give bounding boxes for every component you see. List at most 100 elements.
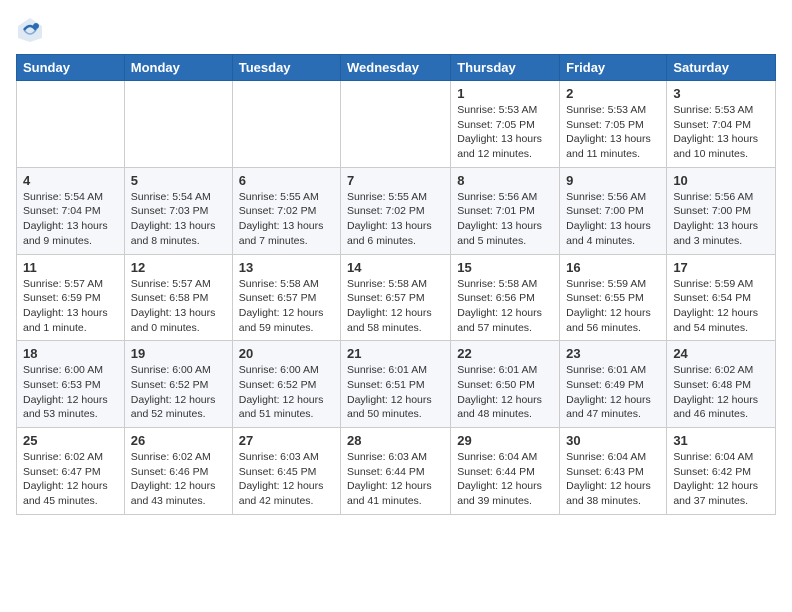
day-number: 25 — [23, 433, 118, 448]
calendar-cell: 20 Sunrise: 6:00 AM Sunset: 6:52 PM Dayli… — [232, 341, 340, 428]
weekday-header-tuesday: Tuesday — [232, 55, 340, 81]
calendar-cell: 24Sunrise: 6:02 AM Sunset: 6:48 PM Dayli… — [667, 341, 776, 428]
calendar-cell: 7 Sunrise: 5:55 AM Sunset: 7:02 PM Daylig… — [341, 167, 451, 254]
day-info: Sunrise: 5:58 AM Sunset: 6:56 PM Dayligh… — [457, 277, 553, 336]
day-number: 22 — [457, 346, 553, 361]
day-number: 29 — [457, 433, 553, 448]
calendar-cell — [232, 81, 340, 168]
day-info: Sunrise: 6:00 AM Sunset: 6:52 PM Dayligh… — [131, 363, 226, 422]
day-info: Sunrise: 6:04 AM Sunset: 6:43 PM Dayligh… — [566, 450, 660, 509]
day-number: 12 — [131, 260, 226, 275]
day-info: Sunrise: 5:58 AM Sunset: 6:57 PM Dayligh… — [347, 277, 444, 336]
weekday-header-friday: Friday — [560, 55, 667, 81]
calendar-body: 1 Sunrise: 5:53 AM Sunset: 7:05 PM Daylig… — [17, 81, 776, 515]
calendar-cell: 19 Sunrise: 6:00 AM Sunset: 6:52 PM Dayli… — [124, 341, 232, 428]
day-number: 1 — [457, 86, 553, 101]
calendar-cell: 18 Sunrise: 6:00 AM Sunset: 6:53 PM Dayli… — [17, 341, 125, 428]
logo — [16, 16, 48, 44]
day-number: 3 — [673, 86, 769, 101]
day-number: 13 — [239, 260, 334, 275]
calendar-cell: 13Sunrise: 5:58 AM Sunset: 6:57 PM Dayli… — [232, 254, 340, 341]
day-info: Sunrise: 5:59 AM Sunset: 6:55 PM Dayligh… — [566, 277, 660, 336]
day-info: Sunrise: 6:02 AM Sunset: 6:48 PM Dayligh… — [673, 363, 769, 422]
day-number: 23 — [566, 346, 660, 361]
day-info: Sunrise: 6:00 AM Sunset: 6:52 PM Dayligh… — [239, 363, 334, 422]
day-number: 6 — [239, 173, 334, 188]
calendar-cell: 31Sunrise: 6:04 AM Sunset: 6:42 PM Dayli… — [667, 428, 776, 515]
day-info: Sunrise: 6:00 AM Sunset: 6:53 PM Dayligh… — [23, 363, 118, 422]
day-number: 19 — [131, 346, 226, 361]
weekday-header-monday: Monday — [124, 55, 232, 81]
day-number: 11 — [23, 260, 118, 275]
day-info: Sunrise: 5:53 AM Sunset: 7:04 PM Dayligh… — [673, 103, 769, 162]
calendar-cell: 2 Sunrise: 5:53 AM Sunset: 7:05 PM Daylig… — [560, 81, 667, 168]
calendar-cell: 28Sunrise: 6:03 AM Sunset: 6:44 PM Dayli… — [341, 428, 451, 515]
day-info: Sunrise: 5:59 AM Sunset: 6:54 PM Dayligh… — [673, 277, 769, 336]
calendar-table: SundayMondayTuesdayWednesdayThursdayFrid… — [16, 54, 776, 515]
day-number: 20 — [239, 346, 334, 361]
day-info: Sunrise: 5:55 AM Sunset: 7:02 PM Dayligh… — [347, 190, 444, 249]
day-number: 18 — [23, 346, 118, 361]
calendar-cell: 4 Sunrise: 5:54 AM Sunset: 7:04 PM Daylig… — [17, 167, 125, 254]
day-info: Sunrise: 6:01 AM Sunset: 6:51 PM Dayligh… — [347, 363, 444, 422]
day-info: Sunrise: 5:54 AM Sunset: 7:04 PM Dayligh… — [23, 190, 118, 249]
day-info: Sunrise: 5:55 AM Sunset: 7:02 PM Dayligh… — [239, 190, 334, 249]
logo-icon — [16, 16, 44, 44]
day-number: 10 — [673, 173, 769, 188]
day-info: Sunrise: 5:57 AM Sunset: 6:58 PM Dayligh… — [131, 277, 226, 336]
week-row-3: 11 Sunrise: 5:57 AM Sunset: 6:59 PM Dayli… — [17, 254, 776, 341]
calendar-cell: 27Sunrise: 6:03 AM Sunset: 6:45 PM Dayli… — [232, 428, 340, 515]
day-number: 26 — [131, 433, 226, 448]
calendar-cell: 5Sunrise: 5:54 AM Sunset: 7:03 PM Daylig… — [124, 167, 232, 254]
calendar-cell — [124, 81, 232, 168]
calendar-cell: 3 Sunrise: 5:53 AM Sunset: 7:04 PM Daylig… — [667, 81, 776, 168]
day-number: 16 — [566, 260, 660, 275]
day-info: Sunrise: 6:04 AM Sunset: 6:44 PM Dayligh… — [457, 450, 553, 509]
day-info: Sunrise: 6:01 AM Sunset: 6:49 PM Dayligh… — [566, 363, 660, 422]
calendar-cell: 16 Sunrise: 5:59 AM Sunset: 6:55 PM Dayli… — [560, 254, 667, 341]
calendar-cell: 8Sunrise: 5:56 AM Sunset: 7:01 PM Daylig… — [451, 167, 560, 254]
day-info: Sunrise: 5:57 AM Sunset: 6:59 PM Dayligh… — [23, 277, 118, 336]
calendar-cell: 30 Sunrise: 6:04 AM Sunset: 6:43 PM Dayli… — [560, 428, 667, 515]
calendar-cell: 15 Sunrise: 5:58 AM Sunset: 6:56 PM Dayli… — [451, 254, 560, 341]
day-number: 15 — [457, 260, 553, 275]
calendar-cell: 11 Sunrise: 5:57 AM Sunset: 6:59 PM Dayli… — [17, 254, 125, 341]
weekday-header-thursday: Thursday — [451, 55, 560, 81]
day-number: 17 — [673, 260, 769, 275]
day-info: Sunrise: 5:54 AM Sunset: 7:03 PM Dayligh… — [131, 190, 226, 249]
day-number: 31 — [673, 433, 769, 448]
day-number: 4 — [23, 173, 118, 188]
week-row-2: 4 Sunrise: 5:54 AM Sunset: 7:04 PM Daylig… — [17, 167, 776, 254]
calendar-cell: 10 Sunrise: 5:56 AM Sunset: 7:00 PM Dayli… — [667, 167, 776, 254]
page-header — [16, 16, 776, 44]
day-number: 27 — [239, 433, 334, 448]
calendar-cell: 25 Sunrise: 6:02 AM Sunset: 6:47 PM Dayli… — [17, 428, 125, 515]
weekday-header-row: SundayMondayTuesdayWednesdayThursdayFrid… — [17, 55, 776, 81]
weekday-header-wednesday: Wednesday — [341, 55, 451, 81]
calendar-cell: 14Sunrise: 5:58 AM Sunset: 6:57 PM Dayli… — [341, 254, 451, 341]
calendar-cell — [341, 81, 451, 168]
day-number: 30 — [566, 433, 660, 448]
day-number: 9 — [566, 173, 660, 188]
calendar-cell: 1 Sunrise: 5:53 AM Sunset: 7:05 PM Daylig… — [451, 81, 560, 168]
week-row-1: 1 Sunrise: 5:53 AM Sunset: 7:05 PM Daylig… — [17, 81, 776, 168]
day-number: 7 — [347, 173, 444, 188]
calendar-cell — [17, 81, 125, 168]
day-info: Sunrise: 6:01 AM Sunset: 6:50 PM Dayligh… — [457, 363, 553, 422]
weekday-header-saturday: Saturday — [667, 55, 776, 81]
day-info: Sunrise: 5:56 AM Sunset: 7:01 PM Dayligh… — [457, 190, 553, 249]
calendar-cell: 6 Sunrise: 5:55 AM Sunset: 7:02 PM Daylig… — [232, 167, 340, 254]
day-info: Sunrise: 5:56 AM Sunset: 7:00 PM Dayligh… — [673, 190, 769, 249]
week-row-4: 18 Sunrise: 6:00 AM Sunset: 6:53 PM Dayli… — [17, 341, 776, 428]
weekday-header-sunday: Sunday — [17, 55, 125, 81]
day-info: Sunrise: 6:02 AM Sunset: 6:47 PM Dayligh… — [23, 450, 118, 509]
calendar-cell: 12 Sunrise: 5:57 AM Sunset: 6:58 PM Dayli… — [124, 254, 232, 341]
calendar-cell: 23 Sunrise: 6:01 AM Sunset: 6:49 PM Dayli… — [560, 341, 667, 428]
calendar-cell: 29 Sunrise: 6:04 AM Sunset: 6:44 PM Dayli… — [451, 428, 560, 515]
calendar-cell: 9Sunrise: 5:56 AM Sunset: 7:00 PM Daylig… — [560, 167, 667, 254]
day-info: Sunrise: 5:53 AM Sunset: 7:05 PM Dayligh… — [457, 103, 553, 162]
calendar-cell: 22 Sunrise: 6:01 AM Sunset: 6:50 PM Dayli… — [451, 341, 560, 428]
day-info: Sunrise: 5:53 AM Sunset: 7:05 PM Dayligh… — [566, 103, 660, 162]
week-row-5: 25 Sunrise: 6:02 AM Sunset: 6:47 PM Dayli… — [17, 428, 776, 515]
day-number: 2 — [566, 86, 660, 101]
